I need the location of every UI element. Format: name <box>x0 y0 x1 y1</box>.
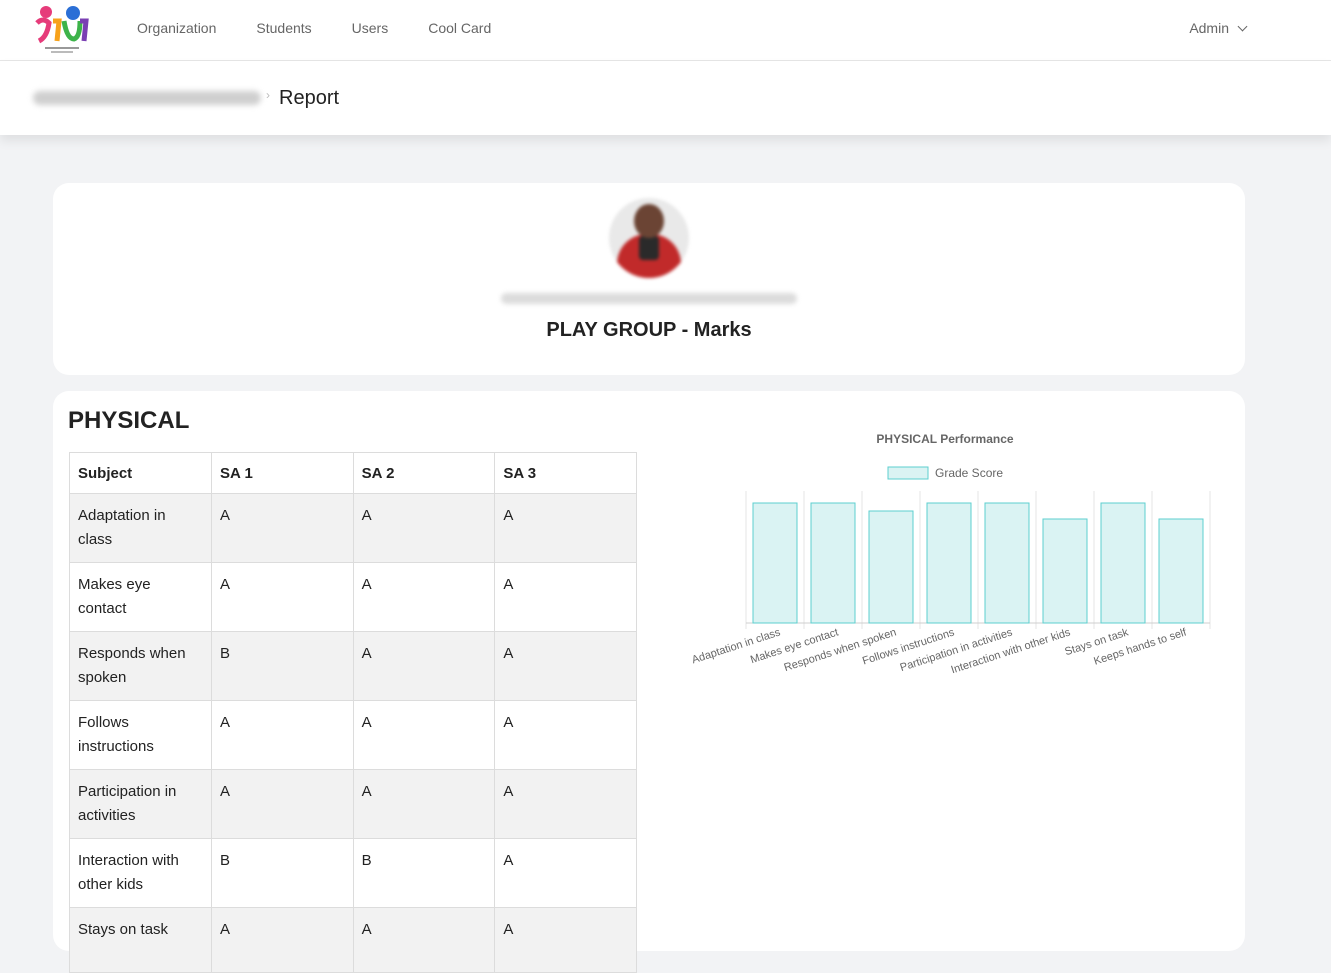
table-row: Stays on task A A A <box>69 907 637 973</box>
page-title: Report <box>279 87 340 109</box>
bar-5 <box>984 502 1030 624</box>
col-header-sa2: SA 2 <box>352 452 496 494</box>
bar-8 <box>1158 518 1204 624</box>
chart-title: PHYSICAL Performance <box>876 432 1013 446</box>
cell-sa3: A <box>494 907 637 973</box>
bar-2 <box>810 502 856 624</box>
student-meta-redacted <box>501 293 797 304</box>
cell-sa2: A <box>352 769 496 839</box>
nav-cool-card[interactable]: Cool Card <box>428 20 491 36</box>
nav-users[interactable]: Users <box>352 20 389 36</box>
cell-sa3: A <box>494 700 637 770</box>
avatar <box>609 198 689 278</box>
user-menu-label: Admin <box>1189 20 1229 36</box>
top-navbar: Organization Students Users Cool Card Ad… <box>0 0 1331 61</box>
cell-sa2: A <box>352 907 496 973</box>
cell-subject: Stays on task <box>69 907 212 973</box>
table-header-row: Subject SA 1 SA 2 SA 3 <box>69 452 637 494</box>
col-header-sa3: SA 3 <box>494 452 637 494</box>
cell-sa3: A <box>494 838 637 908</box>
breadcrumb: › Report <box>0 61 1331 135</box>
cell-sa2: A <box>352 631 496 701</box>
bar-6 <box>1042 518 1088 624</box>
bar-4 <box>926 502 972 624</box>
school-logo[interactable] <box>33 3 91 55</box>
table-row: Participation in activities A A A <box>69 769 637 839</box>
cell-sa1: A <box>211 493 354 563</box>
col-header-subject: Subject <box>69 452 212 494</box>
marks-table: Subject SA 1 SA 2 SA 3 Adaptation in cla… <box>69 452 637 973</box>
cell-sa3: A <box>494 631 637 701</box>
cell-sa1: B <box>211 838 354 908</box>
cell-subject: Adaptation in class <box>69 493 212 563</box>
cell-sa2: A <box>352 562 496 632</box>
cell-subject: Makes eye contact <box>69 562 212 632</box>
table-row: Makes eye contact A A A <box>69 562 637 632</box>
breadcrumb-student-name-redacted[interactable] <box>33 91 261 105</box>
cell-sa2: A <box>352 700 496 770</box>
cell-subject: Participation in activities <box>69 769 212 839</box>
section-title: PHYSICAL <box>68 407 190 434</box>
user-menu[interactable]: Admin <box>1189 20 1248 36</box>
main-nav: Organization Students Users Cool Card <box>137 20 531 36</box>
cell-sa1: A <box>211 700 354 770</box>
class-marks-title: PLAY GROUP - Marks <box>546 319 752 341</box>
physical-section: PHYSICAL Subject SA 1 SA 2 SA 3 Adaptati… <box>53 391 1245 973</box>
bar-1 <box>752 502 798 624</box>
chevron-down-icon <box>1237 21 1248 31</box>
cell-sa2: A <box>352 493 496 563</box>
table-row: Follows instructions A A A <box>69 700 637 770</box>
cell-sa3: A <box>494 769 637 839</box>
cell-sa1: A <box>211 769 354 839</box>
cell-subject: Interaction with other kids <box>69 838 212 908</box>
cell-subject: Follows instructions <box>69 700 212 770</box>
student-profile-card: PLAY GROUP - Marks <box>53 183 1245 375</box>
cell-sa1: A <box>211 562 354 632</box>
cell-sa2: B <box>352 838 496 908</box>
table-row: Responds when spoken B A A <box>69 631 637 701</box>
nav-organization[interactable]: Organization <box>137 20 216 36</box>
cell-sa3: A <box>494 493 637 563</box>
physical-performance-chart: PHYSICAL PerformanceGrade ScoreAdaptatio… <box>690 432 1211 676</box>
table-row: Interaction with other kids B B A <box>69 838 637 908</box>
bar-7 <box>1100 502 1146 624</box>
nav-students[interactable]: Students <box>256 20 311 36</box>
cell-sa3: A <box>494 562 637 632</box>
legend-swatch <box>887 466 929 480</box>
cell-sa1: A <box>211 907 354 973</box>
cell-subject: Responds when spoken <box>69 631 212 701</box>
col-header-sa1: SA 1 <box>211 452 354 494</box>
bar-3 <box>868 510 914 624</box>
legend-label: Grade Score <box>935 466 1003 480</box>
breadcrumb-separator: › <box>266 88 270 102</box>
cell-sa1: B <box>211 631 354 701</box>
table-row: Adaptation in class A A A <box>69 493 637 563</box>
